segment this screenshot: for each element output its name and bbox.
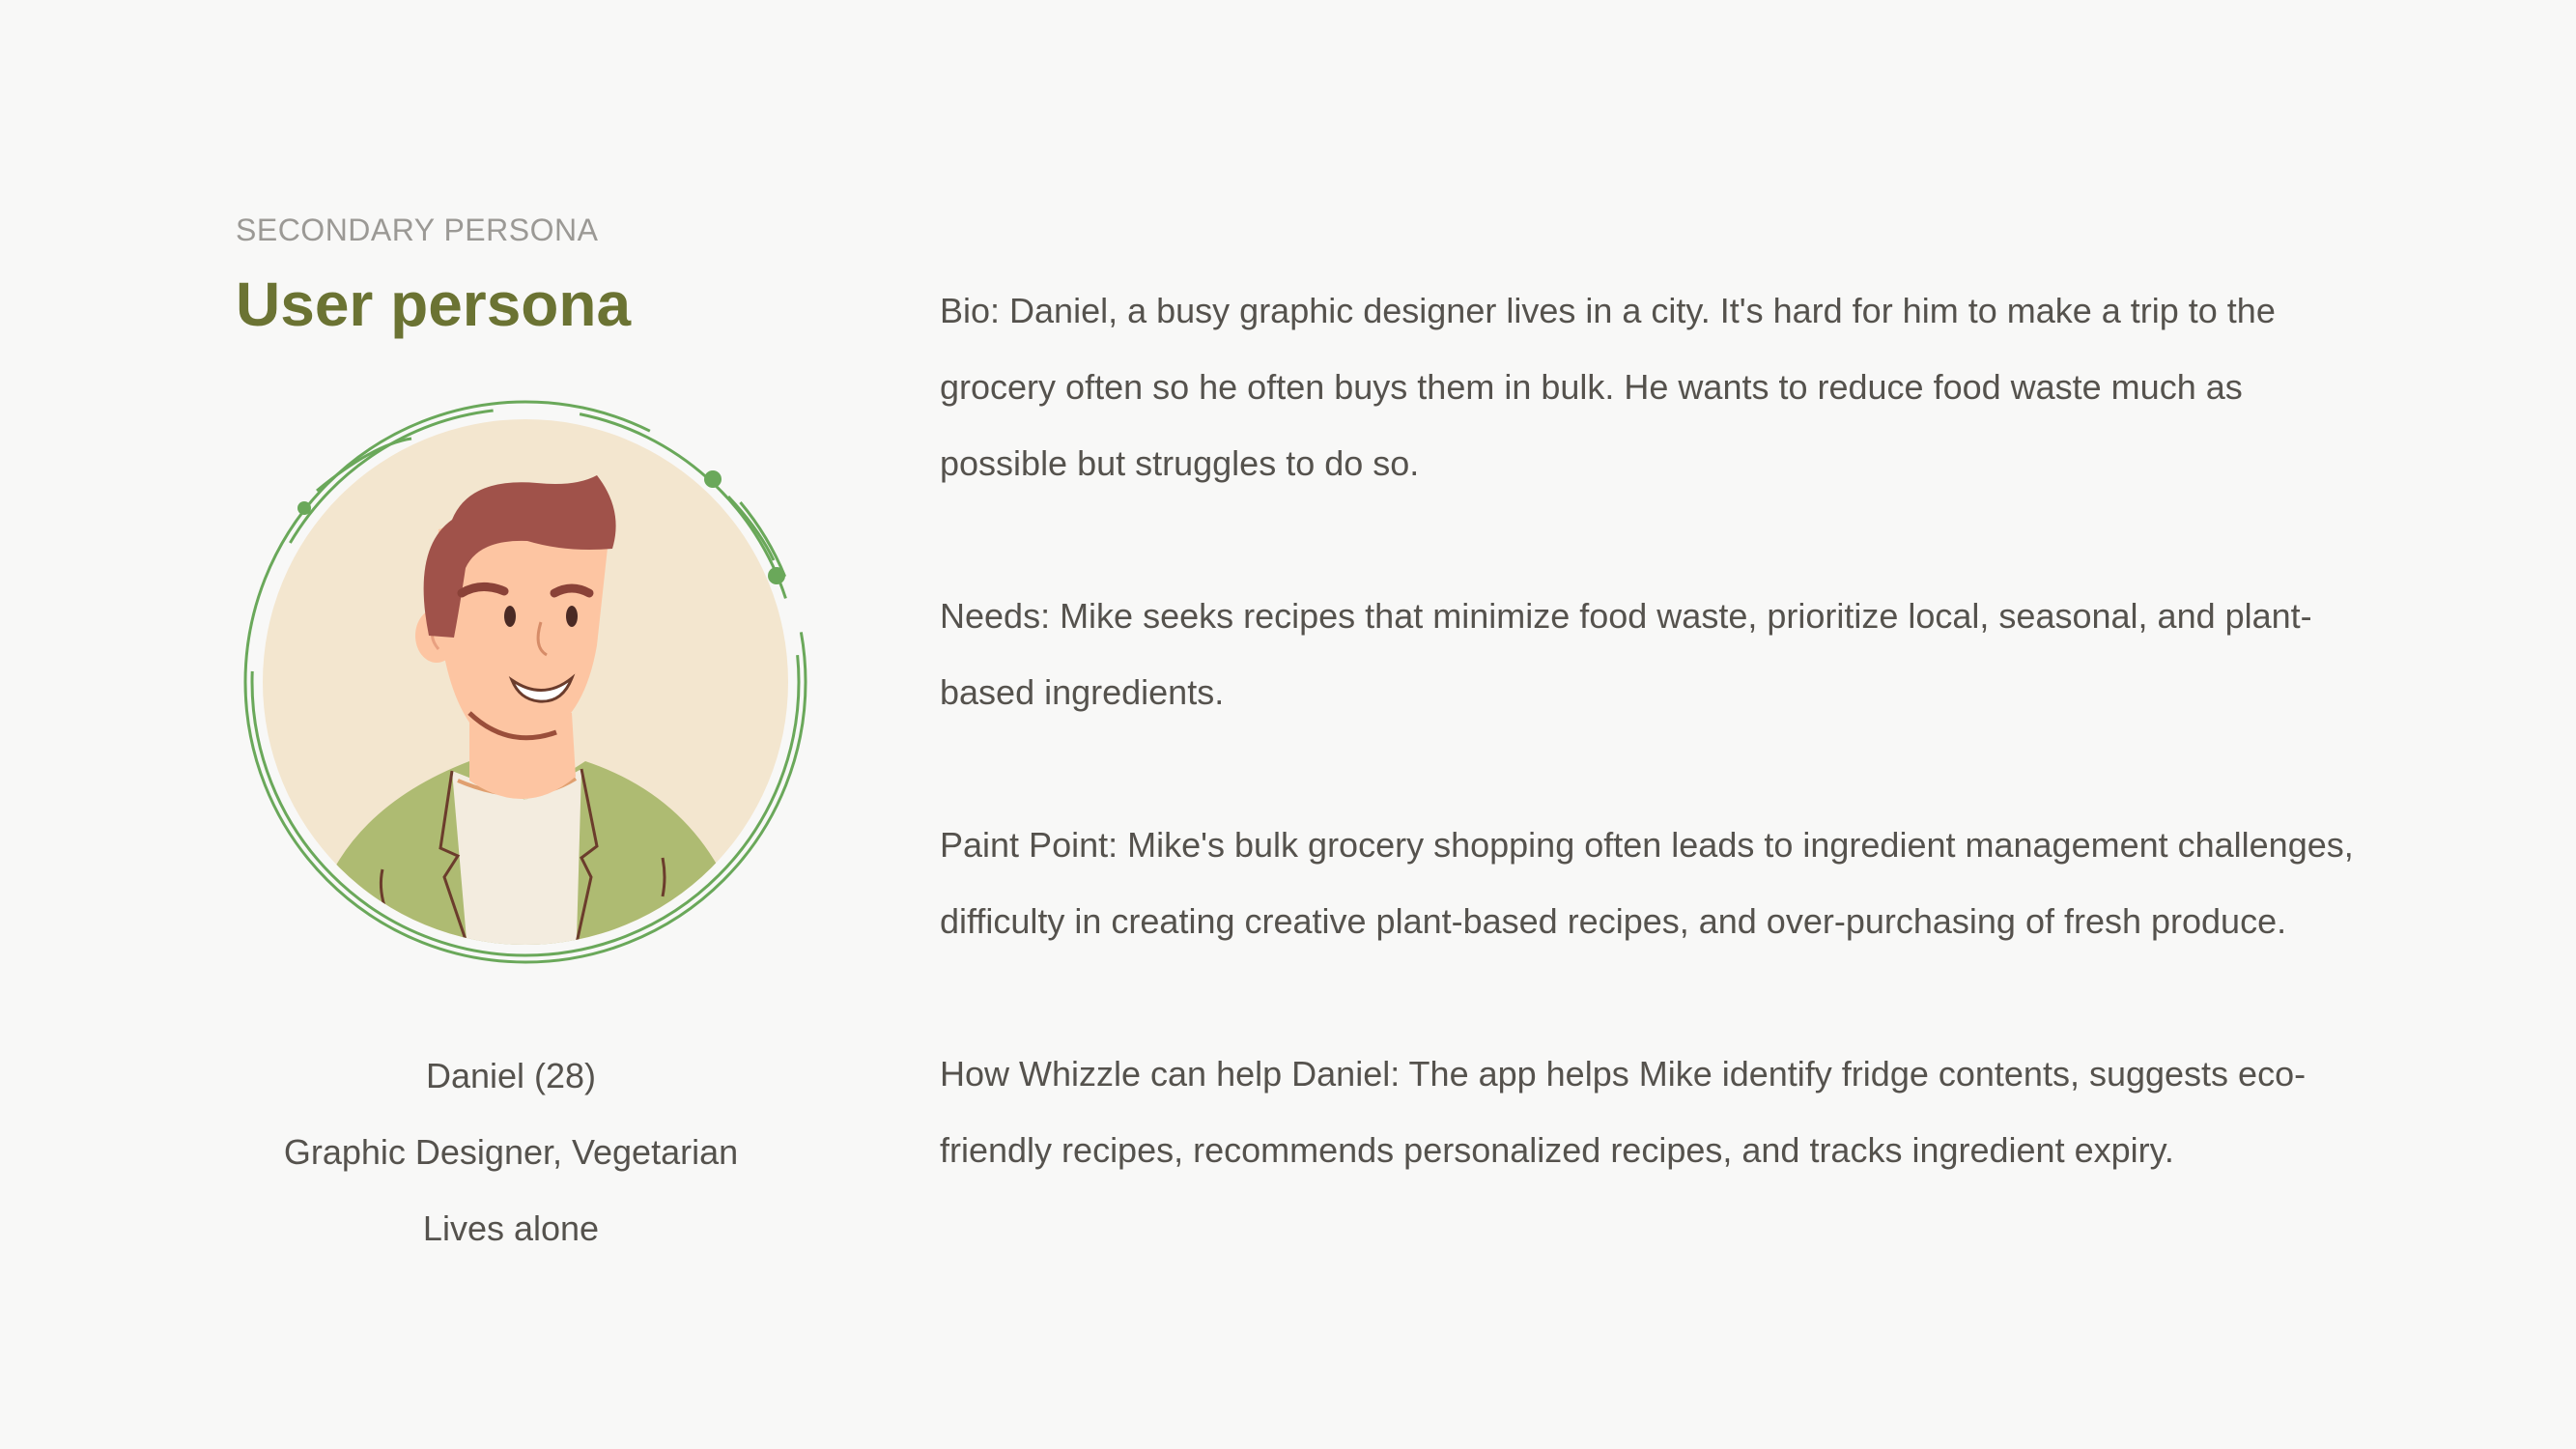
pain-point-paragraph: Paint Point: Mike's bulk grocery shoppin…: [940, 825, 2354, 941]
page-title: User persona: [236, 270, 632, 339]
ring-dot: [704, 470, 722, 488]
ring-dot: [297, 501, 311, 515]
help-paragraph: How Whizzle can help Daniel: The app hel…: [940, 1054, 2307, 1170]
persona-role: Graphic Designer, Vegetarian: [283, 1132, 739, 1172]
eye: [566, 606, 578, 627]
eye: [504, 606, 516, 627]
persona-details: Bio: Daniel, a busy graphic designer liv…: [940, 272, 2379, 1264]
shirt: [452, 769, 581, 945]
persona-name-age: Daniel (28): [425, 1056, 597, 1095]
section-eyebrow: SECONDARY PERSONA: [236, 213, 599, 247]
ring-dot: [768, 567, 785, 584]
needs-paragraph: Needs: Mike seeks recipes that minimize …: [940, 596, 2312, 712]
persona-living: Lives alone: [422, 1208, 600, 1248]
persona-caption: Daniel (28) Graphic Designer, Vegetarian…: [236, 1037, 786, 1266]
avatar-icon: [243, 400, 807, 964]
persona-slide: SECONDARY PERSONA User persona Daniel (2…: [0, 0, 2576, 1449]
bio-paragraph: Bio: Daniel, a busy graphic designer liv…: [940, 291, 2276, 483]
